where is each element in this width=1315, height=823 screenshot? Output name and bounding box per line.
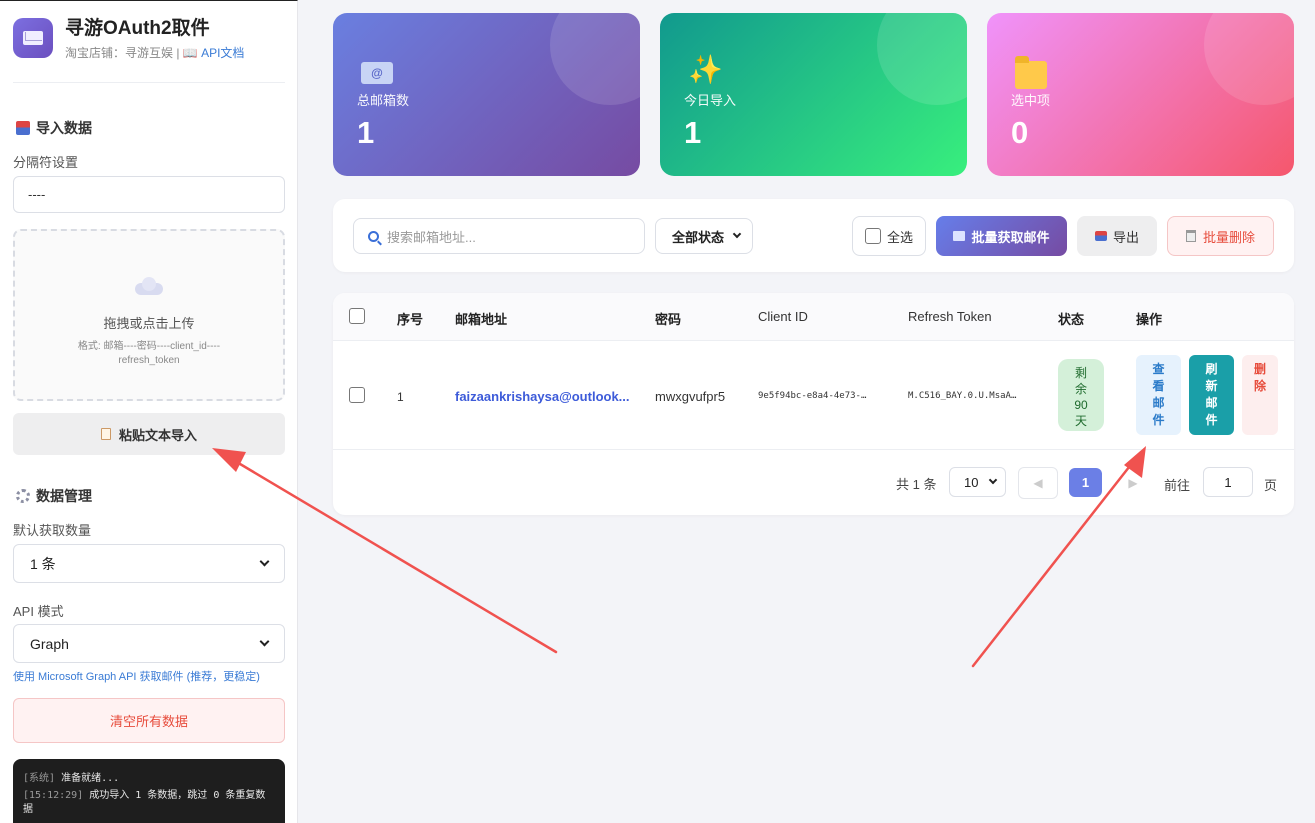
gear-icon — [16, 489, 30, 503]
row-email[interactable]: faizaankrishaysa@outlook... — [455, 389, 630, 404]
envelope-icon: @ — [361, 62, 393, 84]
col-refresh-token: Refresh Token — [908, 309, 992, 324]
sparkles-icon: ✨ — [688, 54, 723, 85]
inbox-icon — [16, 121, 30, 135]
col-password: 密码 — [655, 312, 682, 327]
status-badge: 剩余 90 天 — [1058, 359, 1104, 431]
batch-delete-button[interactable]: 批量删除 — [1167, 216, 1274, 256]
chevron-down-icon — [988, 475, 998, 485]
dropzone-title: 拖拽或点击上传 — [103, 316, 195, 331]
log-console: [系统] 准备就绪... [15:12:29] 成功导入 1 条数据，跳过 0 … — [13, 759, 285, 823]
status-filter-select[interactable]: 全部状态 — [655, 218, 753, 254]
next-page-button[interactable]: ▶ — [1113, 467, 1153, 499]
brand-subtitle: 淘宝店铺：寻游互娱 | 📖 API文档 — [65, 44, 244, 61]
dropzone-format-hint: 格式: 邮箱----密码----client_id----refresh_tok… — [77, 341, 221, 366]
inbox-icon — [1094, 231, 1107, 241]
search-icon — [368, 230, 379, 242]
email-table: 序号 邮箱地址 密码 Client ID Refresh Token 状态 操作… — [333, 293, 1294, 515]
view-mail-button[interactable]: 查看邮件 — [1136, 355, 1181, 435]
col-status: 状态 — [1058, 312, 1085, 327]
row-checkbox[interactable] — [349, 387, 365, 403]
chevron-down-icon — [732, 229, 742, 239]
clear-all-button[interactable]: 清空所有数据 — [13, 698, 285, 743]
goto-label: 前往 — [1164, 478, 1191, 493]
col-actions: 操作 — [1136, 312, 1163, 327]
api-mode-label: API 模式 — [13, 604, 64, 619]
brand: 寻游OAuth2取件 淘宝店铺：寻游互娱 | 📖 API文档 — [13, 16, 244, 61]
log-line: [15:12:29] 成功导入 1 条数据，跳过 0 条重复数据 — [23, 790, 266, 815]
table-header: 序号 邮箱地址 密码 Client ID Refresh Token 状态 操作 — [333, 293, 1294, 341]
export-button[interactable]: 导出 — [1077, 216, 1157, 256]
chevron-right-icon: ▶ — [1128, 476, 1138, 490]
col-client-id: Client ID — [758, 309, 808, 324]
search-input[interactable]: 搜索邮箱地址... — [353, 218, 645, 254]
fetch-count-label: 默认获取数量 — [13, 523, 92, 538]
upload-dropzone[interactable]: 拖拽或点击上传 格式: 邮箱----密码----client_id----ref… — [13, 229, 285, 401]
stat-value: 0 — [1011, 115, 1029, 150]
stat-card-today: ✨ 今日导入 1 — [660, 13, 967, 176]
row-refresh-token: M.C516_BAY.0.U.MsaA… — [908, 391, 1017, 401]
paste-import-button[interactable]: 粘贴文本导入 — [13, 413, 285, 455]
select-all-checkbox[interactable] — [864, 228, 881, 244]
pagination-total: 共 1 条 — [896, 477, 937, 492]
manage-section-title: 数据管理 — [16, 486, 92, 506]
trash-icon — [1185, 230, 1196, 242]
chevron-left-icon: ◀ — [1033, 476, 1043, 490]
shop-label: 淘宝店铺：寻游互娱 | — [65, 46, 180, 60]
row-client-id: 9e5f94bc-e8a4-4e73-… — [758, 391, 867, 401]
toolbar: 搜索邮箱地址... 全部状态 全选 批量获取邮件 导出 批量删除 — [333, 199, 1294, 272]
row-index: 1 — [397, 390, 404, 404]
current-page[interactable]: 1 — [1069, 468, 1102, 497]
select-all-button[interactable]: 全选 — [852, 216, 926, 256]
sidebar: 寻游OAuth2取件 淘宝店铺：寻游互娱 | 📖 API文档 导入数据 分隔符设… — [0, 0, 298, 823]
refresh-mail-button[interactable]: 刷新邮件 — [1189, 355, 1234, 435]
delete-row-button[interactable]: 删除 — [1242, 355, 1278, 435]
separator-input[interactable]: ---- — [13, 176, 285, 213]
separator-label: 分隔符设置 — [13, 155, 79, 170]
divider — [13, 82, 285, 83]
stat-value: 1 — [684, 115, 702, 150]
cloud-upload-icon — [133, 277, 165, 295]
envelope-logo-icon — [13, 18, 53, 58]
prev-page-button[interactable]: ◀ — [1018, 467, 1058, 499]
import-section-title: 导入数据 — [16, 118, 92, 138]
col-index: 序号 — [397, 312, 424, 327]
table-row: 1 faizaankrishaysa@outlook... mwxgvufpr5… — [333, 341, 1294, 450]
row-password: mwxgvufpr5 — [655, 389, 726, 404]
header-checkbox[interactable] — [349, 308, 365, 324]
envelope-icon — [953, 231, 966, 241]
fetch-count-select[interactable]: 1 条 — [13, 544, 285, 583]
stat-card-total: @ 总邮箱数 1 — [333, 13, 640, 176]
col-email: 邮箱地址 — [455, 312, 508, 327]
stat-card-selected: 选中项 0 — [987, 13, 1294, 176]
chevron-down-icon — [259, 636, 270, 647]
folder-icon — [1015, 56, 1047, 89]
batch-fetch-button[interactable]: 批量获取邮件 — [936, 216, 1067, 256]
api-mode-hint: 使用 Microsoft Graph API 获取邮件 (推荐，更稳定) — [13, 671, 260, 683]
api-doc-link[interactable]: 📖 API文档 — [183, 46, 245, 60]
app-title: 寻游OAuth2取件 — [65, 18, 210, 39]
page-size-select[interactable]: 10 — [949, 467, 1006, 497]
log-line: [系统] 准备就绪... — [23, 773, 120, 784]
api-mode-select[interactable]: Graph — [13, 624, 285, 663]
clipboard-icon — [100, 428, 111, 440]
page-unit: 页 — [1264, 478, 1278, 493]
stat-value: 1 — [357, 115, 375, 150]
chevron-down-icon — [259, 556, 270, 567]
goto-page-input[interactable]: 1 — [1203, 467, 1253, 497]
